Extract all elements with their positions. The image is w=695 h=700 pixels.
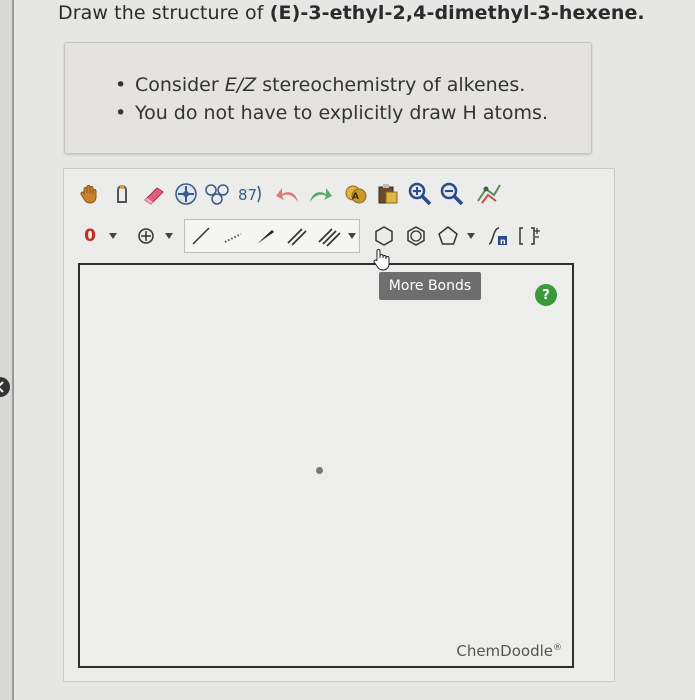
double-bond-icon [287, 228, 307, 246]
benzene-tool[interactable] [400, 220, 432, 252]
caret-down-icon [467, 233, 475, 239]
radical-tool[interactable] [130, 220, 162, 252]
zoom-in-button[interactable] [404, 178, 436, 210]
toolbar-row-2: 0 n [74, 219, 546, 253]
cyclopentane-icon [438, 226, 458, 245]
svg-text:n: n [500, 237, 506, 246]
paste-icon [378, 184, 398, 204]
lasso-tool[interactable] [106, 178, 138, 210]
charge-icon: 0 [84, 226, 96, 246]
hand-cursor-icon [373, 249, 390, 271]
single-bond-icon [192, 227, 210, 245]
atom-label-icon: 87 [238, 185, 261, 204]
charge-dropdown[interactable] [106, 220, 120, 252]
zoom-out-icon [440, 182, 464, 206]
drawing-canvas[interactable]: ChemDoodle® [78, 263, 574, 668]
paste-button[interactable] [372, 178, 404, 210]
chain-tool[interactable]: n [482, 220, 514, 252]
canvas-center-dot [316, 467, 323, 474]
triple-bond-icon [318, 228, 341, 247]
single-bond-tool[interactable] [185, 220, 217, 252]
toolbar-row-1: 87 A [74, 177, 504, 211]
caret-down-icon [109, 233, 117, 239]
pointer-cursor [371, 248, 393, 276]
wedge-bond-tool[interactable] [249, 220, 281, 252]
hint-item-hydrogen: You do not have to explicitly draw H ato… [115, 99, 548, 127]
redo-icon [310, 188, 332, 202]
clean-icon [477, 184, 501, 204]
dashed-bond-tool[interactable] [217, 220, 249, 252]
question-prefix: Draw the structure of [58, 2, 270, 24]
question-text: Draw the structure of (E)-3-ethyl-2,4-di… [58, 2, 645, 24]
eraser-tool[interactable] [138, 178, 170, 210]
ring-template-icon [205, 184, 229, 205]
left-window-edge [0, 0, 14, 700]
chemdoodle-editor: 87 A 0 n ChemDoodle® [63, 168, 615, 682]
help-button[interactable]: ? [535, 284, 557, 306]
svg-text:A: A [352, 192, 359, 202]
center-icon [175, 183, 197, 205]
double-bond-tool[interactable] [281, 220, 313, 252]
charge-tool[interactable]: 0 [74, 220, 106, 252]
lasso-select-icon [117, 185, 127, 203]
cyclopentane-tool[interactable] [432, 220, 464, 252]
undo-button[interactable] [272, 178, 304, 210]
eraser-icon [144, 187, 164, 205]
compound-name: (E)-3-ethyl-2,4-dimethyl-3-hexene. [269, 2, 645, 24]
undo-icon [276, 188, 298, 202]
benzene-icon [407, 226, 425, 246]
ring-dropdown[interactable] [464, 220, 478, 252]
hand-pan-icon [80, 185, 97, 204]
dashed-bond-icon [224, 233, 242, 243]
hint-item-stereo: Consider E/Z stereochemistry of alkenes. [115, 71, 548, 99]
triple-bond-tool[interactable] [313, 220, 345, 252]
hint-list: Consider E/Z stereochemistry of alkenes.… [115, 71, 548, 127]
ring-template-tool[interactable] [202, 178, 234, 210]
more-bonds-dropdown[interactable] [345, 220, 359, 252]
atom-label-tool[interactable]: 87 [234, 178, 266, 210]
hand-pan-tool[interactable] [74, 178, 106, 210]
chevron-left-icon [0, 381, 4, 393]
zoom-in-icon [408, 182, 432, 206]
copy-icon: A [345, 185, 367, 204]
more-bonds-icon [348, 233, 356, 239]
chemdoodle-brand: ChemDoodle® [456, 642, 562, 660]
copy-button[interactable]: A [340, 178, 372, 210]
wedge-bond-icon [257, 230, 274, 244]
center-tool[interactable] [170, 178, 202, 210]
cyclohexane-icon [375, 226, 393, 246]
bracket-icon [519, 227, 540, 245]
bracket-tool[interactable] [514, 220, 546, 252]
caret-down-icon [165, 233, 173, 239]
svg-text:87: 87 [238, 186, 257, 204]
bond-tools [184, 219, 360, 253]
hint-box: Consider E/Z stereochemistry of alkenes.… [64, 42, 592, 154]
more-bonds-tooltip: More Bonds [379, 272, 481, 300]
redo-button[interactable] [304, 178, 336, 210]
radical-icon [138, 228, 154, 244]
radical-dropdown[interactable] [162, 220, 176, 252]
zoom-out-button[interactable] [436, 178, 468, 210]
chain-icon: n [488, 227, 507, 246]
clean-button[interactable] [472, 178, 504, 210]
